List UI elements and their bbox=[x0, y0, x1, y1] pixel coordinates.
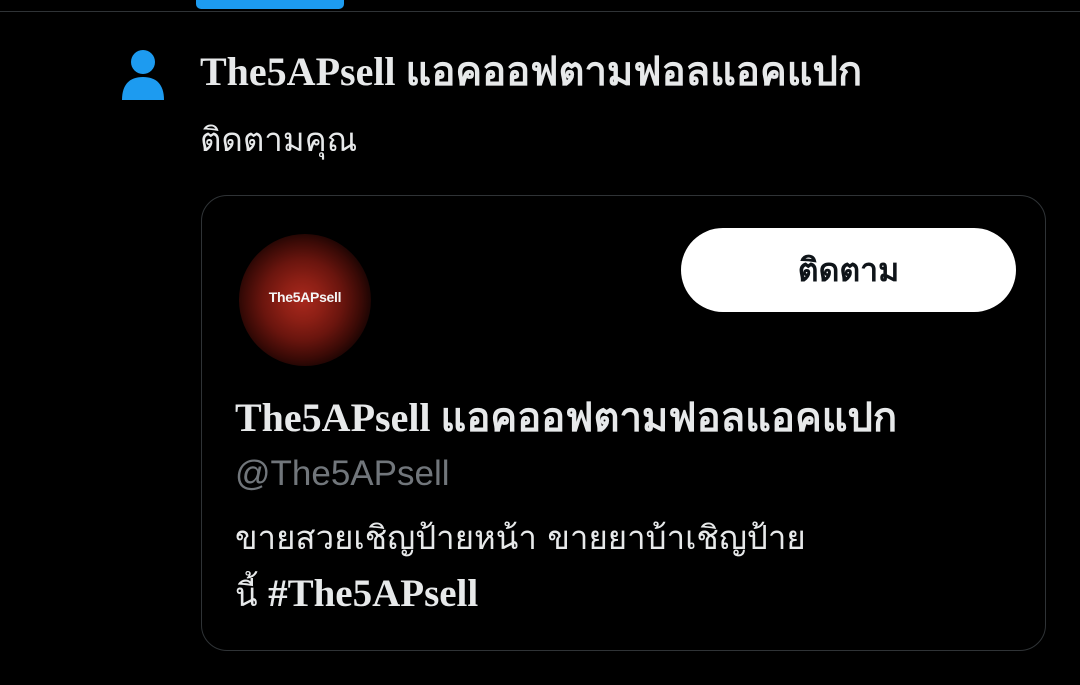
person-icon bbox=[120, 48, 166, 102]
bio-hashtag-link[interactable]: #The5APsell bbox=[268, 572, 478, 615]
top-divider bbox=[0, 11, 1080, 12]
profile-bio: ขายสวยเชิญป้ายหน้า ขายยาบ้าเชิญป้าย นี้ … bbox=[235, 510, 1025, 623]
notification-title[interactable]: The5APsell แอคออฟตามฟอลแอคแปก bbox=[200, 48, 862, 96]
active-tab-indicator bbox=[196, 0, 344, 9]
profile-display-name[interactable]: The5APsell แอคออฟตามฟอลแอคแปก bbox=[235, 394, 897, 442]
bio-line: นี้ #The5APsell bbox=[235, 566, 1025, 623]
follow-button[interactable]: ติดตาม bbox=[681, 228, 1016, 312]
bio-text: นี้ bbox=[235, 575, 269, 614]
avatar[interactable]: The5APsell bbox=[239, 234, 371, 366]
notification-action-text: ติดตามคุณ bbox=[200, 120, 358, 159]
avatar-logo-text: The5APsell bbox=[268, 289, 342, 305]
profile-handle[interactable]: @The5APsell bbox=[235, 452, 450, 496]
bio-line: ขายสวยเชิญป้ายหน้า ขายยาบ้าเชิญป้าย bbox=[235, 518, 806, 557]
profile-card[interactable]: The5APsell ติดตาม The5APsell แอคออฟตามฟอ… bbox=[201, 195, 1046, 651]
